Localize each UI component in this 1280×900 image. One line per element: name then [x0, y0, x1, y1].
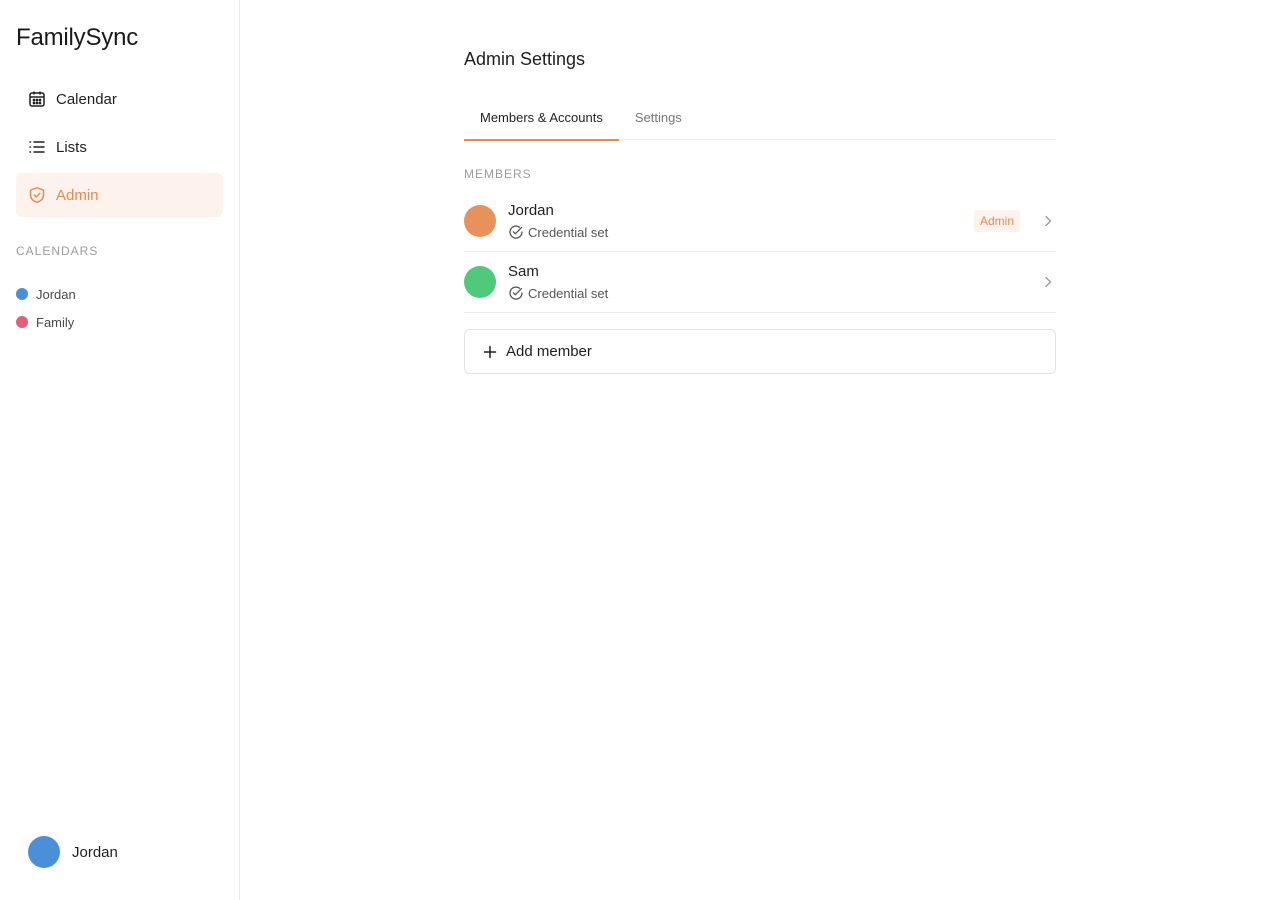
member-info: Sam Credential set: [508, 263, 1040, 301]
member-list: Jordan Credential set Admin Sam Credenti…: [464, 191, 1056, 313]
check-circle-icon: [508, 224, 524, 240]
calendar-color-dot: [16, 288, 28, 300]
tab-bar: Members & Accounts Settings: [464, 94, 1056, 141]
sidebar-item-admin[interactable]: Admin: [16, 173, 223, 217]
member-row-sam[interactable]: Sam Credential set: [464, 252, 1056, 313]
shield-icon: [28, 186, 46, 204]
calendars-section-label: CALENDARS: [16, 244, 99, 258]
calendar-item-label: Jordan: [36, 286, 76, 302]
sidebar-nav: Calendar Lists Admin: [16, 77, 223, 221]
sidebar-item-label: Lists: [56, 138, 87, 156]
calendar-item-jordan[interactable]: Jordan: [16, 280, 76, 308]
tab-members-accounts[interactable]: Members & Accounts: [464, 94, 619, 141]
calendar-item-label: Family: [36, 314, 75, 330]
members-section-label: MEMBERS: [464, 167, 532, 181]
chevron-right-icon: [1040, 274, 1056, 290]
member-name: Jordan: [508, 202, 554, 219]
plus-icon: [482, 344, 498, 360]
add-member-button[interactable]: Add member: [464, 329, 1056, 374]
current-user[interactable]: Jordan: [28, 836, 118, 868]
calendar-icon: [28, 90, 46, 108]
sidebar-item-calendar[interactable]: Calendar: [16, 77, 223, 121]
add-member-label: Add member: [506, 343, 592, 360]
sidebar-item-label: Calendar: [56, 90, 117, 108]
member-status-text: Credential set: [528, 224, 609, 240]
page-title: Admin Settings: [464, 49, 586, 69]
avatar: [28, 836, 60, 868]
avatar: [464, 205, 496, 237]
member-status-text: Credential set: [528, 285, 609, 301]
app-brand: FamilySync: [16, 24, 139, 51]
sidebar-item-label: Admin: [56, 186, 99, 204]
member-name: Sam: [508, 263, 539, 280]
member-row-jordan[interactable]: Jordan Credential set Admin: [464, 191, 1056, 252]
avatar: [464, 266, 496, 298]
member-status: Credential set: [508, 224, 974, 240]
sidebar-item-lists[interactable]: Lists: [16, 125, 223, 169]
calendar-item-family[interactable]: Family: [16, 308, 76, 336]
tab-settings[interactable]: Settings: [619, 94, 698, 140]
member-info: Jordan Credential set: [508, 202, 974, 240]
calendar-list: Jordan Family: [16, 280, 76, 336]
role-badge: Admin: [973, 210, 1020, 232]
calendar-color-dot: [16, 316, 28, 328]
chevron-right-icon: [1040, 213, 1056, 229]
current-user-name: Jordan: [72, 843, 118, 861]
member-status: Credential set: [508, 285, 1040, 301]
list-icon: [28, 138, 46, 156]
check-circle-icon: [508, 285, 524, 301]
sidebar: FamilySync Calendar Lists Admin CALENDAR…: [0, 0, 240, 900]
